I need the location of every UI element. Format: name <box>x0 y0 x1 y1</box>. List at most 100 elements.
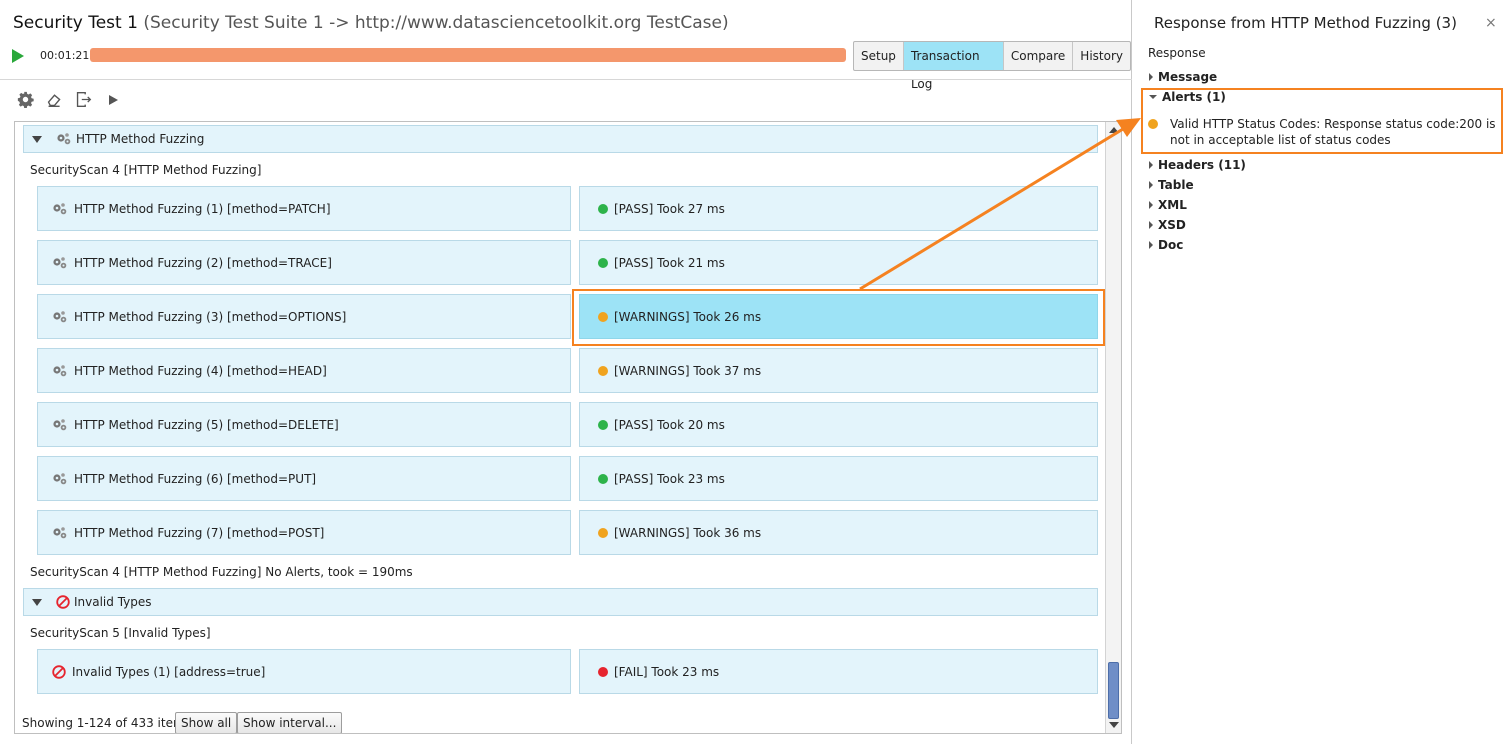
test-step-row[interactable]: HTTP Method Fuzzing (2) [method=TRACE] <box>37 240 571 285</box>
alert-highlight-box: Valid HTTP Status Codes: Response status… <box>1141 88 1503 154</box>
show-all-button[interactable]: Show all <box>175 712 238 733</box>
alert-item[interactable]: Valid HTTP Status Codes: Response status… <box>1148 116 1498 148</box>
export-icon[interactable] <box>74 90 93 109</box>
test-step-label: HTTP Method Fuzzing (2) [method=TRACE] <box>74 255 332 270</box>
result-label: [PASS] Took 27 ms <box>614 201 725 216</box>
tree-item-xml[interactable]: XML <box>1149 198 1187 212</box>
tree-item-xsd[interactable]: XSD <box>1149 218 1186 232</box>
test-step-label: HTTP Method Fuzzing (6) [method=PUT] <box>74 471 317 486</box>
tree-item-label: Message <box>1158 70 1218 84</box>
test-step-result[interactable]: [FAIL] Took 23 ms <box>579 649 1098 694</box>
scan-label: SecurityScan 4 [HTTP Method Fuzzing] <box>30 163 262 177</box>
pass-status-icon <box>598 257 608 268</box>
test-step-result[interactable]: [PASS] Took 27 ms <box>579 186 1098 231</box>
run-icon[interactable] <box>12 49 24 63</box>
expand-icon[interactable] <box>1149 161 1153 169</box>
test-step-label: Invalid Types (1) [address=true] <box>72 664 266 679</box>
section-invalid-types[interactable]: Invalid Types <box>23 588 1098 616</box>
gears-icon <box>53 418 67 430</box>
warning-status-icon <box>598 527 608 538</box>
test-step-label: HTTP Method Fuzzing (1) [method=PATCH] <box>74 201 331 216</box>
test-step-row[interactable]: HTTP Method Fuzzing (6) [method=PUT] <box>37 456 571 501</box>
result-label: [WARNINGS] Took 37 ms <box>614 363 762 378</box>
items-count: Showing 1-124 of 433 items <box>22 716 191 730</box>
scroll-up-icon[interactable] <box>1109 127 1119 133</box>
gears-icon <box>53 472 67 484</box>
vertical-scrollbar[interactable] <box>1105 122 1121 733</box>
result-label: [PASS] Took 21 ms <box>614 255 725 270</box>
test-step-result[interactable]: [WARNINGS] Took 37 ms <box>579 348 1098 393</box>
transaction-log-pane: Security Test 1 (Security Test Suite 1 -… <box>0 0 1132 744</box>
scroll-down-icon[interactable] <box>1109 722 1119 728</box>
expand-icon[interactable] <box>1149 201 1153 209</box>
tab-setup[interactable]: Setup <box>854 42 904 70</box>
test-step-row[interactable]: HTTP Method Fuzzing (5) [method=DELETE] <box>37 402 571 447</box>
view-tabs: Setup Transaction Log Compare History <box>853 41 1131 91</box>
elapsed-time: 00:01:21 <box>40 49 90 62</box>
collapse-icon[interactable] <box>32 598 42 606</box>
gears-icon <box>53 310 67 322</box>
pass-status-icon <box>598 419 608 430</box>
close-icon[interactable]: × <box>1485 15 1497 31</box>
test-step-row[interactable]: HTTP Method Fuzzing (1) [method=PATCH] <box>37 186 571 231</box>
play-icon[interactable] <box>103 90 122 109</box>
title-sub: (Security Test Suite 1 -> http://www.dat… <box>143 13 729 33</box>
tree-item-table[interactable]: Table <box>1149 178 1194 192</box>
tree-item-label: XML <box>1158 198 1187 212</box>
expand-icon[interactable] <box>1149 241 1153 249</box>
test-step-row[interactable]: HTTP Method Fuzzing (3) [method=OPTIONS] <box>37 294 571 339</box>
section-http-method-fuzzing[interactable]: HTTP Method Fuzzing <box>23 125 1098 153</box>
response-panel: Response from HTTP Method Fuzzing (3) × … <box>1133 0 1510 744</box>
test-step-label: HTTP Method Fuzzing (7) [method=POST] <box>74 525 325 540</box>
expand-icon[interactable] <box>1149 73 1153 81</box>
progress-bar <box>90 48 846 62</box>
expand-icon[interactable] <box>1149 221 1153 229</box>
test-step-row[interactable]: Invalid Types (1) [address=true] <box>37 649 571 694</box>
section-title: Invalid Types <box>74 595 152 609</box>
test-step-label: HTTP Method Fuzzing (4) [method=HEAD] <box>74 363 327 378</box>
gears-icon <box>53 202 67 214</box>
tree-item-label: Headers (11) <box>1158 158 1246 172</box>
test-case-title: Security Test 1 (Security Test Suite 1 -… <box>13 13 729 33</box>
gears-icon <box>53 526 67 538</box>
title-main: Security Test 1 <box>13 13 138 33</box>
test-step-label: HTTP Method Fuzzing (3) [method=OPTIONS] <box>74 309 347 324</box>
tree-item-label: XSD <box>1158 218 1186 232</box>
scan-label: SecurityScan 5 [Invalid Types] <box>30 626 211 640</box>
gears-icon <box>53 364 67 376</box>
test-step-row[interactable]: HTTP Method Fuzzing (4) [method=HEAD] <box>37 348 571 393</box>
test-step-result[interactable]: [WARNINGS] Took 36 ms <box>579 510 1098 555</box>
test-step-result[interactable]: [PASS] Took 20 ms <box>579 402 1098 447</box>
result-label: [WARNINGS] Took 26 ms <box>614 309 762 324</box>
alert-text: Valid HTTP Status Codes: Response status… <box>1170 117 1496 147</box>
tab-transaction-log[interactable]: Transaction Log <box>903 42 1004 91</box>
tab-history[interactable]: History <box>1073 42 1130 70</box>
tree-item-message[interactable]: Message <box>1149 70 1217 84</box>
expand-icon[interactable] <box>1149 181 1153 189</box>
pass-status-icon <box>598 203 608 214</box>
warning-status-icon <box>598 311 608 322</box>
blocked-icon <box>56 595 70 609</box>
collapse-icon[interactable] <box>32 135 42 143</box>
tree-item-label: Table <box>1158 178 1194 192</box>
eraser-icon[interactable] <box>45 90 64 109</box>
tree-item-doc[interactable]: Doc <box>1149 238 1183 252</box>
section-title: HTTP Method Fuzzing <box>76 132 205 146</box>
gears-icon <box>57 133 71 145</box>
tree-item-headers[interactable]: Headers (11) <box>1149 158 1246 172</box>
scroll-thumb[interactable] <box>1108 662 1119 719</box>
gear-icon[interactable] <box>16 90 35 109</box>
blocked-icon <box>52 664 66 679</box>
warning-status-icon <box>598 365 608 376</box>
gears-icon <box>53 256 67 268</box>
progress-fill <box>90 48 846 62</box>
test-step-result[interactable]: [PASS] Took 23 ms <box>579 456 1098 501</box>
response-title: Response from HTTP Method Fuzzing (3) <box>1154 14 1457 32</box>
tab-compare[interactable]: Compare <box>1004 42 1074 70</box>
test-step-row[interactable]: HTTP Method Fuzzing (7) [method=POST] <box>37 510 571 555</box>
show-interval-button[interactable]: Show interval... <box>237 712 343 733</box>
test-step-result[interactable]: [PASS] Took 21 ms <box>579 240 1098 285</box>
test-step-result-selected[interactable]: [WARNINGS] Took 26 ms <box>579 294 1098 339</box>
scan-summary: SecurityScan 4 [HTTP Method Fuzzing] No … <box>30 565 413 579</box>
result-label: [PASS] Took 23 ms <box>614 471 725 486</box>
